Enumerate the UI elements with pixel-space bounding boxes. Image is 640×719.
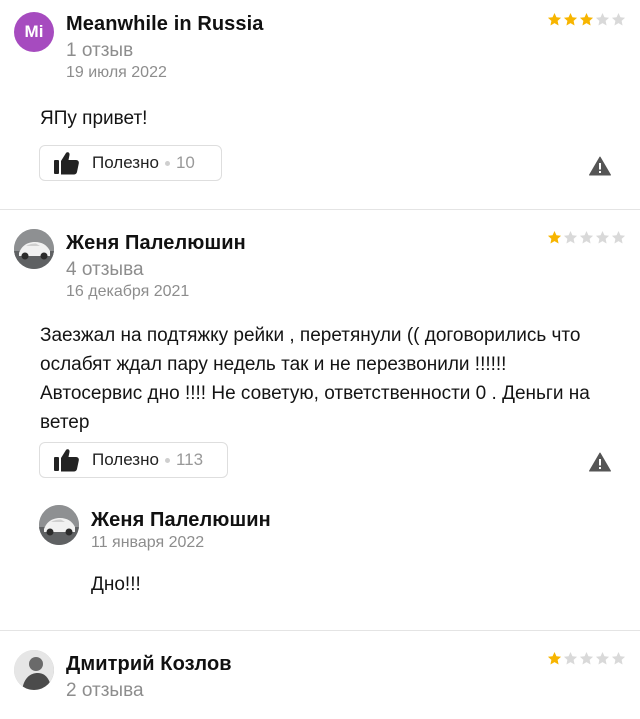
star-empty-icon <box>595 230 610 244</box>
useful-button[interactable]: Полезно 113 <box>39 442 228 478</box>
rating-stars <box>547 12 626 27</box>
review-item: Женя Палелюшин 4 отзыва 16 декабря 2021 … <box>0 210 640 630</box>
star-empty-icon <box>563 230 578 244</box>
useful-count: 113 <box>175 450 204 469</box>
avatar[interactable]: Mi <box>14 12 54 52</box>
author-name[interactable]: Meanwhile in Russia <box>66 13 264 36</box>
avatar[interactable] <box>14 229 54 269</box>
thumbs-up-icon <box>54 449 79 472</box>
star-filled-icon <box>547 12 562 26</box>
star-filled-icon <box>547 230 562 244</box>
person-photo-icon <box>14 650 54 690</box>
author-name[interactable]: Дмитрий Козлов <box>66 653 232 676</box>
reply-date: 11 января 2022 <box>91 534 205 551</box>
reply-text: Дно!!! <box>91 574 141 595</box>
avatar-initials: Mi <box>24 22 44 41</box>
star-empty-icon <box>611 12 626 26</box>
author-reviews-count: 2 отзыва <box>66 680 144 701</box>
car-photo-icon <box>14 229 54 269</box>
star-empty-icon <box>611 230 626 244</box>
star-empty-icon <box>595 651 610 665</box>
star-empty-icon <box>611 651 626 665</box>
review-text: Заезжал на подтяжку рейки , перетянули (… <box>40 325 590 433</box>
reply-author-name[interactable]: Женя Палелюшин <box>91 509 271 532</box>
review-item: Mi Meanwhile in Russia 1 отзыв 19 июля 2… <box>0 0 640 209</box>
warning-triangle-icon[interactable] <box>589 452 611 472</box>
author-reviews-count: 4 отзыва <box>66 259 144 280</box>
thumbs-up-icon <box>54 152 79 175</box>
useful-label: Полезно <box>92 153 159 172</box>
separator-dot <box>164 160 170 166</box>
rating-stars <box>547 651 626 666</box>
car-photo-icon <box>39 505 79 545</box>
reply-avatar[interactable] <box>39 505 79 545</box>
useful-button[interactable]: Полезно 10 <box>39 145 222 181</box>
star-filled-icon <box>563 12 578 26</box>
useful-label: Полезно <box>92 450 159 469</box>
star-filled-icon <box>579 12 594 26</box>
warning-triangle-icon[interactable] <box>589 156 611 176</box>
review-text: ЯПу привет! <box>40 108 148 129</box>
star-empty-icon <box>579 651 594 665</box>
rating-stars <box>547 230 626 245</box>
star-empty-icon <box>595 12 610 26</box>
author-name[interactable]: Женя Палелюшин <box>66 232 246 255</box>
useful-count: 10 <box>175 153 195 172</box>
author-reviews-count: 1 отзыв <box>66 40 134 61</box>
avatar[interactable] <box>14 650 54 690</box>
separator-dot <box>164 457 170 463</box>
review-item: Дмитрий Козлов 2 отзыва <box>0 631 640 719</box>
review-date: 19 июля 2022 <box>66 64 167 81</box>
star-filled-icon <box>547 651 562 665</box>
star-empty-icon <box>579 230 594 244</box>
star-empty-icon <box>563 651 578 665</box>
review-date: 16 декабря 2021 <box>66 283 190 300</box>
